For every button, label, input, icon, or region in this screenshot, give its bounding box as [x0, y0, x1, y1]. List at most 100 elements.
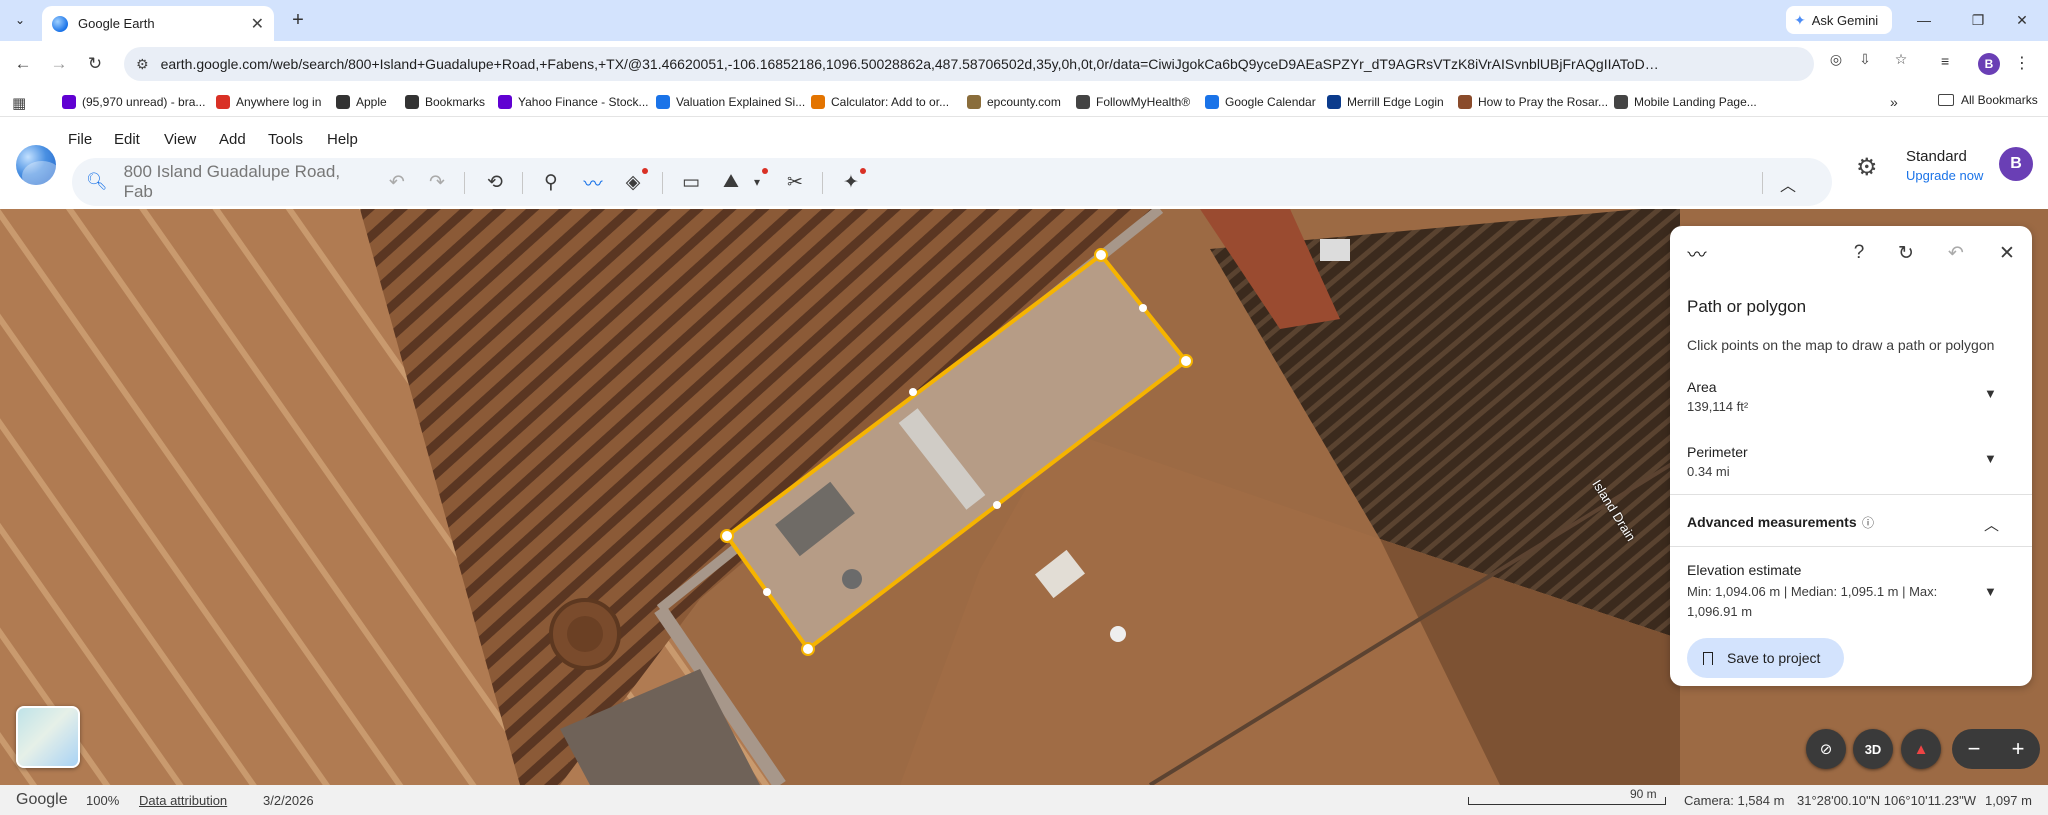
info-icon[interactable]: ⓘ: [1862, 514, 1874, 531]
layers-notification-dot: [642, 168, 648, 174]
layers-icon[interactable]: ◈: [620, 170, 646, 194]
imagery-date: 3/2/2026: [263, 793, 314, 808]
tab-close-icon[interactable]: ✕: [251, 14, 264, 34]
bookmark-label: epcounty.com: [987, 95, 1061, 109]
upgrade-now-link[interactable]: Upgrade now: [1906, 168, 1983, 183]
close-panel-icon[interactable]: ✕: [1994, 240, 2020, 266]
bookmark-item[interactable]: Yahoo Finance - Stock...: [498, 93, 649, 111]
bookmark-item[interactable]: (95,970 unread) - bra...: [62, 93, 205, 111]
menu-view[interactable]: View: [164, 131, 196, 148]
new-tab-button[interactable]: +: [286, 8, 310, 32]
undo-point-icon[interactable]: ↶: [1943, 240, 1969, 266]
google-lens-icon[interactable]: ◎: [1826, 49, 1846, 69]
panel-hint: Click points on the map to draw a path o…: [1687, 337, 1995, 353]
search-icon[interactable]: 🔍︎: [86, 172, 108, 192]
collapse-toolbar-chevron-icon[interactable]: ︿: [1780, 172, 1796, 196]
bookmark-label: Mobile Landing Page...: [1634, 95, 1757, 109]
compass-icon[interactable]: ▲: [1901, 729, 1941, 769]
bookmark-item[interactable]: FollowMyHealth®: [1076, 93, 1190, 111]
search-text[interactable]: 800 Island Guadalupe Road, Fab: [124, 162, 372, 202]
yahoo-mail-icon: [62, 95, 76, 109]
redo-icon[interactable]: ↷: [424, 170, 450, 194]
map-layer-thumbnail[interactable]: [16, 706, 80, 768]
toolbar-divider: [464, 172, 465, 194]
gemini-spark-icon: ✦: [1794, 11, 1806, 28]
reset-icon[interactable]: ↻: [1893, 240, 1919, 266]
elevation-estimate-values: Min: 1,094.06 m | Median: 1,095.1 m | Ma…: [1687, 584, 1938, 619]
perimeter-units-chevron-icon[interactable]: ▼: [1984, 451, 1997, 466]
scale-bar: [1468, 797, 1666, 805]
measure-ruler-icon[interactable]: ▭: [678, 170, 704, 194]
star-icon: [405, 95, 419, 109]
draw-path-polygon-icon[interactable]: 〰: [580, 170, 606, 195]
bookmark-item[interactable]: epcounty.com: [967, 93, 1061, 111]
bookmark-item[interactable]: Google Calendar: [1205, 93, 1316, 111]
close-window-icon[interactable]: ✕: [2007, 8, 2037, 32]
data-attribution-link[interactable]: Data attribution: [139, 793, 227, 808]
tab-search-chevron-icon[interactable]: ⌄: [8, 8, 32, 32]
bookmark-item[interactable]: Mobile Landing Page...: [1614, 93, 1757, 111]
landing-icon: [1614, 95, 1628, 109]
search-input[interactable]: 🔍︎ 800 Island Guadalupe Road, Fab: [72, 158, 372, 206]
bookmark-item[interactable]: Apple: [336, 93, 387, 111]
bookmark-item[interactable]: Calculator: Add to or...: [811, 93, 949, 111]
bookmark-item[interactable]: Anywhere log in: [216, 93, 321, 111]
address-bar[interactable]: ⚙ earth.google.com/web/search/800+Island…: [124, 47, 1814, 81]
ask-gemini-button[interactable]: ✦ Ask Gemini: [1786, 6, 1892, 34]
save-to-project-button[interactable]: Save to project: [1687, 638, 1844, 678]
menu-add[interactable]: Add: [219, 131, 246, 148]
toolbar-divider: [1762, 172, 1763, 194]
bookmark-star-icon[interactable]: ☆: [1891, 49, 1911, 69]
bookmark-label: Apple: [356, 95, 387, 109]
forward-arrow-icon[interactable]: →: [46, 51, 72, 77]
bookmark-item[interactable]: Merrill Edge Login: [1327, 93, 1444, 111]
settings-gear-icon[interactable]: ⚙: [1856, 153, 1878, 182]
toggle-3d-button[interactable]: 3D: [1853, 729, 1893, 769]
map-style-icon[interactable]: ⛰: [718, 170, 744, 194]
gemini-sparkle-icon[interactable]: ✦: [838, 170, 864, 194]
historical-imagery-icon[interactable]: ⟲: [482, 170, 508, 194]
tab-title: Google Earth: [78, 16, 155, 31]
menu-edit[interactable]: Edit: [114, 131, 140, 148]
save-to-project-label: Save to project: [1727, 650, 1821, 666]
reload-icon[interactable]: ↻: [82, 51, 108, 77]
minimize-window-icon[interactable]: —: [1909, 8, 1939, 32]
tools-icon[interactable]: ✂: [782, 170, 808, 194]
menu-file[interactable]: File: [68, 131, 92, 148]
bookmark-item[interactable]: Valuation Explained Si...: [656, 93, 805, 111]
media-controls-icon[interactable]: ≡: [1941, 53, 1949, 69]
plan-label: Standard: [1906, 148, 1967, 165]
toggle-tilt-icon[interactable]: ⊘: [1806, 729, 1846, 769]
area-units-chevron-icon[interactable]: ▼: [1984, 386, 1997, 401]
undo-icon[interactable]: ↶: [384, 170, 410, 194]
account-avatar[interactable]: B: [1999, 147, 2033, 181]
zoom-out-icon[interactable]: −: [1968, 736, 1981, 762]
address-url[interactable]: earth.google.com/web/search/800+Island+G…: [161, 56, 1661, 72]
google-earth-favicon-icon: [52, 15, 68, 32]
all-bookmarks-button[interactable]: All Bookmarks: [1938, 93, 2038, 107]
menu-tools[interactable]: Tools: [268, 131, 303, 148]
zoom-in-icon[interactable]: +: [2012, 736, 2025, 762]
ask-gemini-label: Ask Gemini: [1811, 12, 1879, 28]
advanced-measurements-header[interactable]: Advanced measurements: [1687, 514, 1857, 530]
install-app-icon[interactable]: ⇩: [1855, 49, 1875, 69]
help-icon[interactable]: ?: [1846, 240, 1872, 266]
docs-icon: [656, 95, 670, 109]
more-bookmarks-icon[interactable]: »: [1890, 94, 1898, 110]
globe-icon: [1076, 95, 1090, 109]
cursor-elevation: 1,097 m: [1985, 793, 2032, 808]
browser-profile-avatar[interactable]: B: [1978, 53, 2000, 75]
restore-window-icon[interactable]: ❐: [1963, 8, 1993, 32]
apps-grid-icon[interactable]: ▦: [12, 94, 26, 112]
bookmark-item[interactable]: How to Pray the Rosar...: [1458, 93, 1608, 111]
menu-help[interactable]: Help: [327, 131, 358, 148]
bookmark-item[interactable]: Bookmarks: [405, 93, 485, 111]
site-info-icon[interactable]: ⚙: [136, 56, 149, 73]
google-earth-logo-icon[interactable]: [16, 145, 56, 185]
advanced-collapse-chevron-icon[interactable]: ︿: [1984, 514, 1999, 535]
add-placemark-icon[interactable]: ⚲: [538, 170, 564, 194]
browser-tab-google-earth[interactable]: Google Earth ✕: [42, 6, 274, 41]
browser-menu-icon[interactable]: ⋮: [2014, 53, 2030, 73]
back-arrow-icon[interactable]: ←: [10, 51, 36, 77]
elevation-units-chevron-icon[interactable]: ▼: [1984, 584, 1997, 599]
